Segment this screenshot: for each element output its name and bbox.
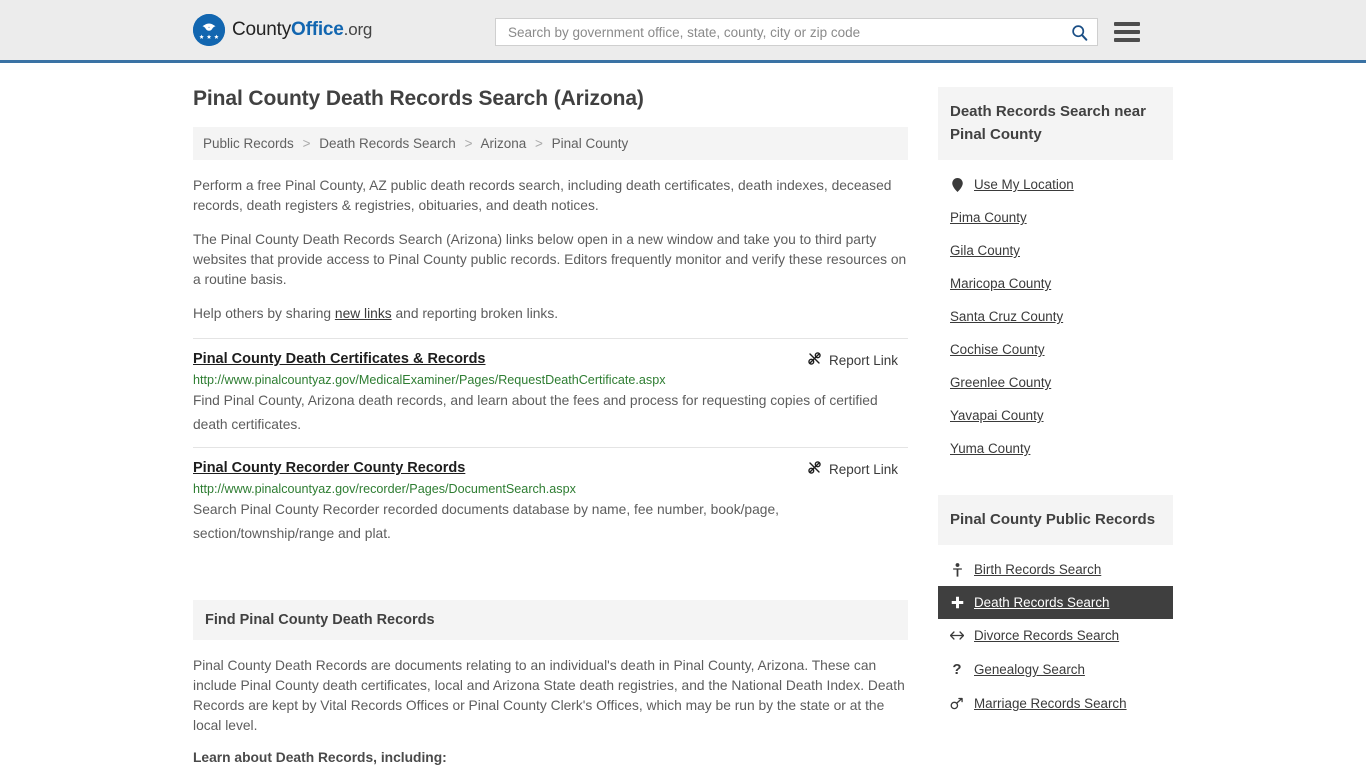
logo-text-county: County [232,19,292,40]
result-url: http://www.pinalcountyaz.gov/MedicalExam… [193,373,666,387]
breadcrumb-item-pinal-county[interactable]: Pinal County [552,136,629,151]
sidebar-item-genealogy-search[interactable]: ? Genealogy Search [938,652,1173,687]
result-item: Pinal County Death Certificates & Record… [193,338,908,447]
breadcrumb-item-public-records[interactable]: Public Records [203,136,294,151]
site-logo-text: CountyOffice.org [232,19,372,41]
public-records-panel: Pinal County Public Records Birth Record… [938,495,1173,720]
page-body: Pinal County Death Records Search (Arizo… [0,63,1366,768]
main-column: Pinal County Death Records Search (Arizo… [193,87,908,768]
find-records-section-heading: Find Pinal County Death Records [193,600,908,640]
share-text-after: and reporting broken links. [391,306,559,321]
question-mark-icon: ? [952,661,962,678]
sidebar-item-label: Yuma County [950,441,1031,456]
sidebar-item-label: Santa Cruz County [950,309,1064,324]
sidebar-item-use-my-location[interactable]: Use My Location [938,168,1173,201]
sidebar-item-pima-county[interactable]: Pima County [938,201,1173,234]
sidebar-item-label: Maricopa County [950,276,1052,291]
sidebar-item-label: Gila County [950,243,1020,258]
intro-paragraph-1: Perform a free Pinal County, AZ public d… [193,178,892,213]
result-description: Search Pinal County Recorder recorded do… [193,502,779,541]
map-pin-icon [950,177,964,192]
sidebar-item-label: Greenlee County [950,375,1052,390]
sidebar-item-birth-records-search[interactable]: Birth Records Search [938,553,1173,586]
new-links-link[interactable]: new links [335,306,392,321]
find-records-section-body: Pinal County Death Records are documents… [193,640,908,768]
intro-paragraph-3: Help others by sharing new links and rep… [193,304,908,324]
search-box[interactable] [495,18,1098,46]
hamburger-bar [1114,38,1140,42]
cross-icon [950,596,964,609]
breadcrumb-separator: > [464,136,473,151]
sidebar-item-marriage-records-search[interactable]: Marriage Records Search [938,687,1173,720]
sidebar-item-yavapai-county[interactable]: Yavapai County [938,399,1173,432]
sidebar-item-label: Cochise County [950,342,1045,357]
sidebar-item-label: Yavapai County [950,408,1044,423]
breadcrumb-item-arizona[interactable]: Arizona [480,136,526,151]
sidebar-item-gila-county[interactable]: Gila County [938,234,1173,267]
sidebar-item-santa-cruz-county[interactable]: Santa Cruz County [938,300,1173,333]
logo-text-org: .org [343,20,373,39]
sidebar-item-cochise-county[interactable]: Cochise County [938,333,1173,366]
sidebar-item-label: Genealogy Search [974,662,1085,677]
site-logo[interactable]: CountyOffice.org [193,14,372,46]
left-right-arrow-icon [950,630,964,641]
site-header: CountyOffice.org [0,0,1366,63]
result-header: Pinal County Recorder County Records Rep… [193,460,908,478]
hamburger-bar [1114,30,1140,34]
search-input[interactable] [506,23,1069,41]
result-url: http://www.pinalcountyaz.gov/recorder/Pa… [193,482,576,496]
sidebar-item-label: Birth Records Search [974,562,1102,577]
sidebar-item-label: Marriage Records Search [974,696,1127,711]
public-records-heading: Pinal County Public Records [938,495,1173,545]
eagle-seal-logo-icon [193,14,225,46]
logo-text-office: Office [291,19,344,40]
result-title-link[interactable]: Pinal County Recorder County Records [193,460,465,476]
hamburger-bar [1114,22,1140,26]
sidebar-item-greenlee-county[interactable]: Greenlee County [938,366,1173,399]
sidebar-item-yuma-county[interactable]: Yuma County [938,432,1173,465]
content-container: Pinal County Death Records Search (Arizo… [193,87,1173,768]
section-paragraph: Pinal County Death Records are documents… [193,658,905,733]
report-link-button[interactable]: Report Link [807,460,908,478]
report-link-label: Report Link [828,461,898,477]
sidebar-item-label: Pima County [950,210,1027,225]
breadcrumb-separator: > [302,136,311,151]
nearby-search-panel: Death Records Search near Pinal County U… [938,87,1173,465]
breadcrumb-separator: > [535,136,543,151]
search-icon[interactable] [1069,22,1089,42]
sidebar-item-label: Divorce Records Search [974,628,1120,643]
breadcrumb: Public Records > Death Records Search > … [193,127,908,160]
share-text-before: Help others by sharing [193,306,335,321]
sidebar-item-death-records-search[interactable]: Death Records Search [938,586,1173,619]
broken-link-icon [807,351,822,369]
header-search [495,18,1140,46]
baby-icon [950,562,964,577]
nearby-search-list: Use My Location Pima County Gila County … [938,160,1173,465]
sidebar-item-label: Use My Location [974,177,1074,192]
sidebar: Death Records Search near Pinal County U… [938,87,1173,768]
breadcrumb-item-death-records-search[interactable]: Death Records Search [319,136,456,151]
report-link-label: Report Link [828,352,898,368]
sidebar-item-maricopa-county[interactable]: Maricopa County [938,267,1173,300]
result-title-link[interactable]: Pinal County Death Certificates & Record… [193,351,486,367]
page-title: Pinal County Death Records Search (Arizo… [193,87,644,110]
nearby-search-heading: Death Records Search near Pinal County [938,87,1173,160]
result-item: Pinal County Recorder County Records Rep… [193,447,908,556]
intro-paragraph-2: The Pinal County Death Records Search (A… [193,232,907,287]
result-description: Find Pinal County, Arizona death records… [193,393,878,432]
sidebar-item-label: Death Records Search [974,595,1110,610]
broken-link-icon [807,460,822,478]
male-female-icon [950,697,964,711]
public-records-list: Birth Records Search Death Records Searc… [938,545,1173,720]
report-link-button[interactable]: Report Link [807,351,908,369]
hamburger-menu-icon[interactable] [1114,18,1140,46]
sidebar-item-divorce-records-search[interactable]: Divorce Records Search [938,619,1173,652]
result-header: Pinal County Death Certificates & Record… [193,351,908,369]
section-lead-in: Learn about Death Records, including: [193,750,447,765]
